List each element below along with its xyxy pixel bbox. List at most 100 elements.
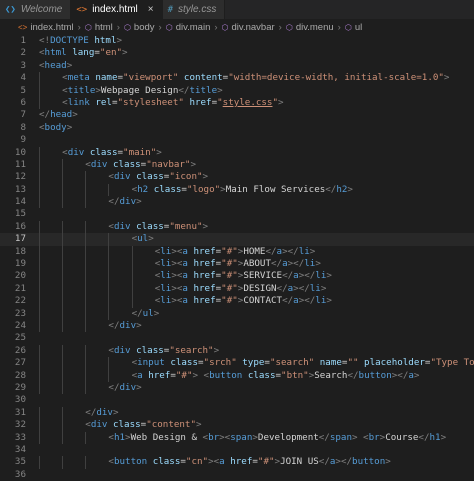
code-line[interactable]: 35 <button class="cn"><a href="#">JOIN U… (0, 456, 474, 469)
code-line[interactable]: 17 <ul> (0, 233, 474, 246)
line-number: 22 (14, 295, 26, 307)
indent-guide (39, 158, 62, 172)
token: > (440, 431, 447, 443)
token: >< (208, 456, 220, 468)
token: div (119, 196, 137, 208)
token: div (119, 381, 137, 393)
code-line[interactable]: 31 </div> (0, 406, 474, 420)
breadcrumb-item[interactable]: ⬡ html (85, 22, 113, 33)
indent-guide (108, 233, 131, 246)
token: > (122, 47, 128, 59)
code-line[interactable]: 6 <link rel="stylesheet" href="style.css… (0, 96, 474, 110)
line-number: 23 (14, 307, 26, 319)
indent-guide (85, 196, 108, 209)
code-line[interactable]: 36 (0, 469, 474, 481)
code-line[interactable]: 12 <div class="icon"> (0, 171, 474, 184)
code-line[interactable]: 16 <div class="menu"> (0, 220, 474, 234)
token: class (147, 456, 181, 468)
code-line[interactable]: 13 <h2 class="logo">Main Flow Services</… (0, 183, 474, 197)
token: <! (39, 35, 51, 46)
vscode-logo-icon: ❮❯ (5, 4, 16, 15)
code-line[interactable]: 10 <div class="main"> (0, 146, 474, 159)
code-content (39, 444, 474, 456)
token: "viewport" (123, 72, 179, 84)
code-line[interactable]: 32 <div class="content"> (0, 419, 474, 432)
token: </ (131, 307, 143, 319)
code-line[interactable]: 4 <meta name="viewport" content="width=d… (0, 72, 474, 85)
token: button (113, 456, 148, 468)
token: div (119, 319, 137, 331)
code-line[interactable]: 14 </div> (0, 196, 474, 209)
code-line[interactable]: 11 <div class="navbar"> (0, 158, 474, 172)
code-line[interactable]: 9 (0, 134, 474, 146)
token: Development (257, 431, 319, 443)
code-line[interactable]: 23 </ul> (0, 307, 474, 320)
token: input (137, 357, 165, 369)
token: title (189, 84, 218, 96)
token: "#" (221, 245, 238, 257)
token: name (89, 72, 118, 84)
tab-label: Welcome (20, 4, 63, 15)
token: </ (108, 381, 120, 393)
code-editor[interactable]: 1 <!DOCTYPE html> 2 <html lang="en"> 3 <head>… (0, 35, 474, 481)
breadcrumb-item[interactable]: ⬡ div.navbar (222, 22, 275, 33)
code-line[interactable]: 24 </div> (0, 319, 474, 333)
code-content (39, 394, 474, 406)
indent-guide (108, 258, 131, 271)
code-line[interactable]: 19 <li><a href="#">ABOUT</a></li> (0, 258, 474, 271)
code-line[interactable]: 15 (0, 208, 474, 220)
code-line[interactable]: 29 </div> (0, 381, 474, 395)
html-file-icon: <> (18, 22, 28, 32)
token: ul (142, 307, 154, 319)
breadcrumb-item[interactable]: ⬡ body (124, 22, 155, 33)
code-line[interactable]: 5 <title>Webpage Design</title> (0, 84, 474, 97)
code-line[interactable]: 33 <h1>Web Design & <br><span>Developmen… (0, 431, 474, 444)
token: > < (192, 369, 210, 381)
line-number: 1 (20, 35, 26, 46)
token: class (107, 158, 141, 170)
code-content: <meta name="viewport" content="width=dev… (39, 72, 474, 85)
indent-guide (85, 307, 108, 320)
code-line[interactable]: 8 <body> (0, 122, 474, 134)
breadcrumb-item[interactable]: ⬡ div.menu (286, 22, 334, 33)
code-line[interactable]: 21 <li><a href="#">DESIGN</a></li> (0, 282, 474, 296)
token: html (88, 35, 117, 46)
indent-guide (62, 319, 85, 333)
token: class (148, 183, 182, 195)
indent-guide (62, 220, 85, 234)
code-line[interactable]: 18 <li><a href="#">HOME</a></li> (0, 245, 474, 259)
indent-guide (39, 431, 62, 444)
indent-guide (108, 357, 131, 370)
code-line[interactable]: 34 (0, 444, 474, 456)
token: "main" (123, 146, 157, 158)
token: "#" (175, 369, 193, 381)
code-line[interactable]: 1 <!DOCTYPE html> (0, 35, 474, 47)
code-line[interactable]: 3 <head> (0, 60, 474, 72)
code-line[interactable]: 30 (0, 394, 474, 406)
code-line[interactable]: 25 (0, 332, 474, 344)
code-line[interactable]: 22 <li><a href="#">CONTACT</a></li> (0, 295, 474, 308)
token: SERVICE (243, 270, 283, 282)
code-line[interactable]: 27 <input class="srch" type="search" nam… (0, 357, 474, 370)
token: span (230, 431, 253, 443)
code-line[interactable]: 20 <li><a href="#">SERVICE</a></li> (0, 270, 474, 283)
token: class (130, 171, 164, 183)
line-number: 27 (14, 357, 26, 369)
code-line[interactable]: 7 </head> (0, 109, 474, 121)
code-line[interactable]: 26 <div class="search"> (0, 344, 474, 358)
token: > (136, 319, 142, 331)
tab-welcome[interactable]: ❮❯ Welcome (0, 0, 72, 19)
code-line[interactable]: 2 <html lang="en"> (0, 47, 474, 59)
token: > (202, 171, 209, 183)
breadcrumb-item[interactable]: ⬡ ul (345, 22, 362, 33)
code-line[interactable]: 28 <a href="#"> <button class="btn">Sear… (0, 369, 474, 382)
breadcrumb-item[interactable]: ⬡ div.main (166, 22, 211, 33)
tab-index-html[interactable]: <> index.html × (71, 0, 163, 19)
breadcrumb-label: body (133, 21, 155, 33)
breadcrumb-item[interactable]: <> index.html (18, 22, 74, 33)
token: li (298, 245, 310, 257)
token: href (187, 282, 216, 294)
token: br (208, 431, 220, 443)
tab-style-css[interactable]: # style.css (162, 0, 226, 19)
close-icon[interactable]: × (148, 4, 154, 15)
